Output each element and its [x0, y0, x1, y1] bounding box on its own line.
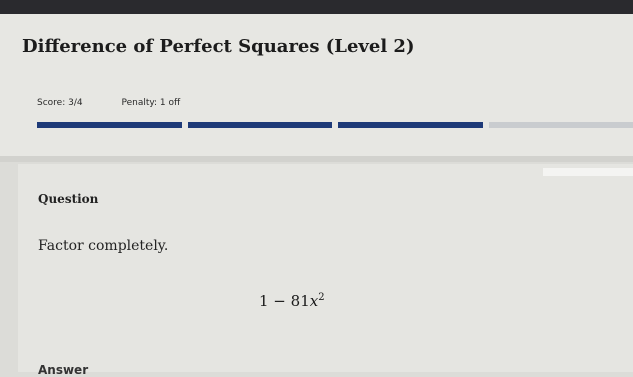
progress-segment-1 [37, 122, 182, 128]
score-row: Score: 3/4 Penalty: 1 off [37, 98, 180, 108]
penalty-text: Penalty: 1 off [121, 98, 180, 108]
progress-segment-4 [489, 122, 633, 128]
expression-lead: 1 − 81 [259, 292, 310, 310]
browser-top-bar [0, 0, 633, 14]
section-divider [0, 156, 633, 162]
progress-segment-3 [338, 122, 483, 128]
answer-label: Answer [38, 363, 88, 377]
page-title: Difference of Perfect Squares (Level 2) [22, 36, 414, 57]
expression-variable: x [310, 292, 318, 310]
header-card: Difference of Perfect Squares (Level 2) … [0, 14, 633, 156]
progress-segment-2 [188, 122, 333, 128]
progress-bar [37, 122, 633, 128]
question-text: Factor completely. [38, 238, 168, 254]
expression-exponent: 2 [318, 292, 324, 303]
math-expression: 1 − 81x2 [259, 292, 325, 310]
question-card: Question Factor completely. 1 − 81x2 Ans… [18, 164, 633, 372]
question-label: Question [38, 192, 98, 206]
score-text: Score: 3/4 [37, 98, 83, 108]
card-accent [543, 168, 633, 176]
